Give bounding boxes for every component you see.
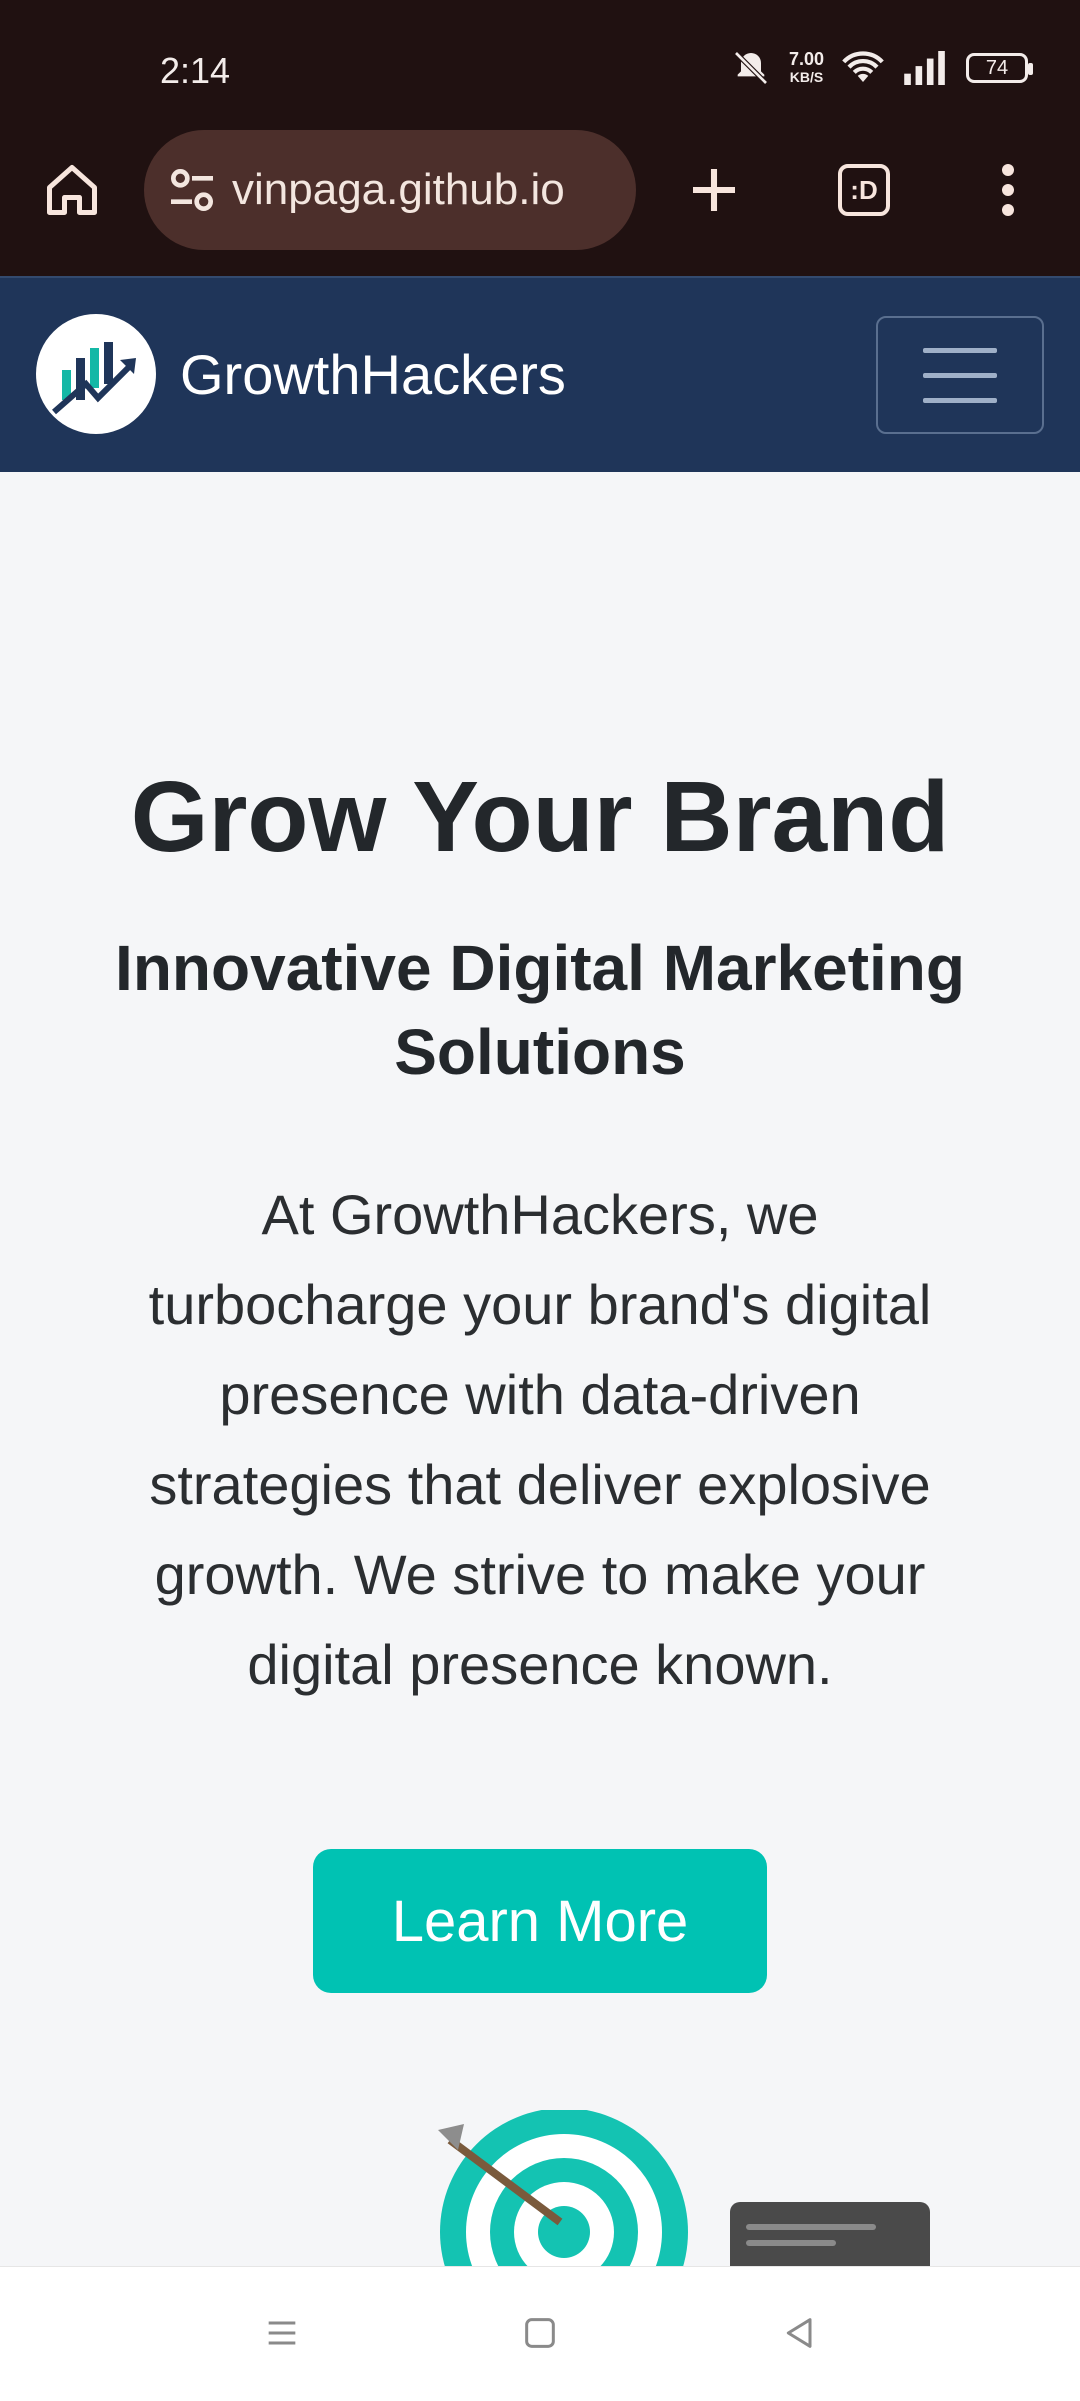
home-icon bbox=[47, 165, 97, 215]
signal-icon bbox=[904, 51, 945, 85]
wifi-icon bbox=[842, 51, 884, 82]
brand-name[interactable]: GrowthHackers bbox=[180, 342, 566, 407]
brand-logo[interactable] bbox=[36, 314, 156, 434]
speed-value: 7.00 bbox=[788, 49, 824, 69]
site-navbar: GrowthHackers bbox=[0, 276, 1080, 472]
hamburger-line bbox=[923, 397, 997, 403]
growth-chart-logo-icon bbox=[52, 342, 136, 415]
home-nav-button[interactable] bbox=[510, 2303, 570, 2363]
back-button[interactable] bbox=[770, 2303, 830, 2363]
new-tab-icon bbox=[693, 169, 735, 211]
recents-button[interactable] bbox=[252, 2303, 312, 2363]
more-menu-icon bbox=[1002, 164, 1014, 216]
hero-subtitle: Innovative Digital Marketing Solutions bbox=[115, 932, 965, 1088]
speed-unit: KB/S bbox=[789, 69, 824, 85]
hero-illustration bbox=[438, 2110, 930, 2270]
network-speed: 7.00 KB/S bbox=[789, 50, 824, 86]
address-bar[interactable]: vinpaga.github.io bbox=[144, 130, 636, 250]
target-icon bbox=[440, 2110, 688, 2270]
new-tab-button[interactable] bbox=[654, 130, 774, 250]
hamburger-line bbox=[923, 347, 997, 353]
learn-more-button[interactable]: Learn More bbox=[313, 1849, 767, 1993]
browser-toolbar: vinpaga.github.io :D bbox=[0, 130, 1080, 250]
recents-icon bbox=[268, 2321, 296, 2345]
status-icons: 7.00 KB/S 74 bbox=[731, 44, 1033, 92]
battery-indicator: 74 bbox=[966, 53, 1033, 83]
tabs-button[interactable]: :D bbox=[804, 130, 924, 250]
tab-count-label: :D bbox=[850, 174, 878, 205]
hero-title: Grow Your Brand bbox=[130, 761, 950, 873]
home-square-icon bbox=[525, 2318, 555, 2348]
back-triangle-icon bbox=[786, 2318, 812, 2348]
system-nav-bar bbox=[0, 2266, 1080, 2401]
browser-chrome: 2:14 7.00 KB/S 74 vinpaga.github.io:D bbox=[0, 0, 1080, 276]
navbar-toggle-button[interactable] bbox=[876, 316, 1044, 434]
url-text[interactable]: vinpaga.github.io bbox=[232, 165, 565, 215]
hero-description: At GrowthHackers, we turbocharge your br… bbox=[148, 1183, 932, 1696]
status-time: 2:14 bbox=[160, 50, 231, 91]
site-settings-icon[interactable] bbox=[164, 162, 220, 218]
hamburger-line bbox=[923, 372, 997, 378]
status-bar: 2:14 7.00 KB/S 74 bbox=[0, 0, 1080, 130]
home-button[interactable] bbox=[12, 130, 132, 250]
more-menu-button[interactable] bbox=[948, 130, 1068, 250]
card-icon bbox=[730, 2202, 930, 2270]
tabs-icon: :D bbox=[838, 164, 890, 216]
mute-bell-icon bbox=[734, 51, 768, 85]
